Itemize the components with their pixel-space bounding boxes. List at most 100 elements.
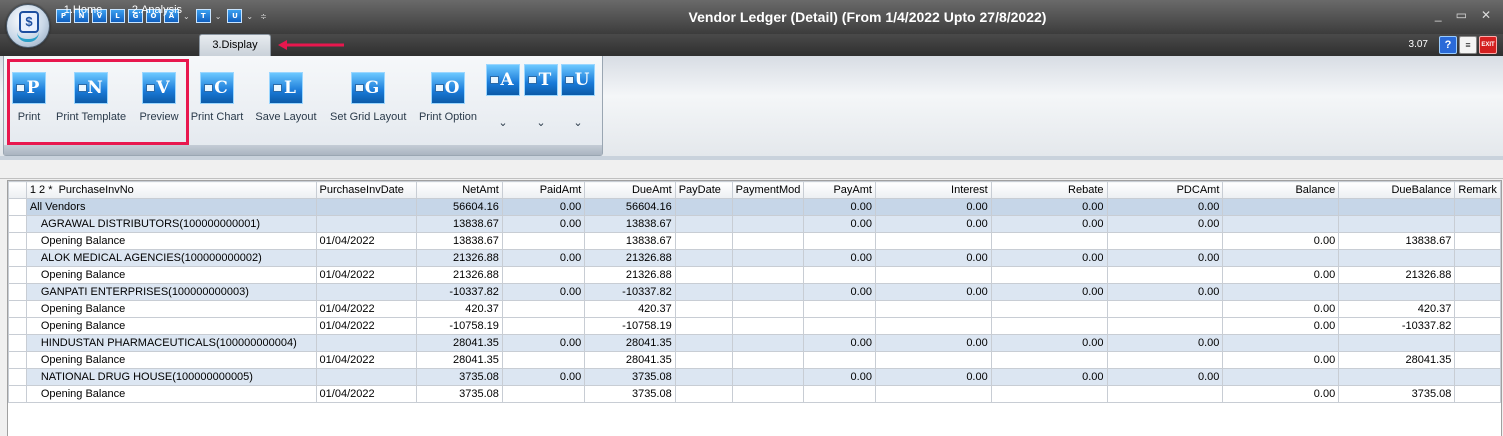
table-cell-paymentmod[interactable] (731, 232, 805, 250)
table-cell-paymentmod[interactable] (731, 351, 805, 369)
table-cell-dueamt[interactable]: 28041.35 (584, 334, 676, 352)
table-cell-paymentmod[interactable] (731, 385, 805, 403)
table-cell-purchaseinvno[interactable]: NATIONAL DRUG HOUSE(100000000005) (25, 368, 317, 386)
table-row-vendor[interactable]: NATIONAL DRUG HOUSE(100000000005) 3735.08… (8, 368, 1501, 386)
table-cell-purchaseinvdate[interactable] (315, 215, 418, 233)
column-header-netamt[interactable]: NetAmt (416, 181, 503, 199)
column-header-interest[interactable]: Interest (874, 181, 992, 199)
table-cell-paydate[interactable] (674, 385, 733, 403)
table-cell-purchaseinvno[interactable]: Opening Balance (25, 300, 317, 318)
table-cell-duebalance[interactable]: -10337.82 (1338, 317, 1456, 335)
table-cell-purchaseinvdate[interactable]: 01/04/2022 (315, 266, 418, 284)
table-cell-pdcamt[interactable] (1106, 232, 1224, 250)
table-cell-duebalance[interactable]: 28041.35 (1338, 351, 1456, 369)
row-indicator[interactable] (8, 334, 27, 352)
table-cell-purchaseinvdate[interactable] (315, 198, 418, 216)
table-cell-paidamt[interactable]: 0.00 (501, 283, 586, 301)
table-cell-duebalance[interactable]: 420.37 (1338, 300, 1456, 318)
table-cell-paydate[interactable] (674, 351, 733, 369)
table-cell-balance[interactable]: 0.00 (1222, 385, 1340, 403)
table-cell-dueamt[interactable]: -10337.82 (584, 283, 676, 301)
ledger-grid[interactable]: 1 2 * PurchaseInvNo PurchaseInvDate NetA… (7, 180, 1502, 436)
table-cell-rebate[interactable]: 0.00 (990, 215, 1108, 233)
table-cell-interest[interactable]: 0.00 (874, 334, 992, 352)
table-cell-duebalance[interactable]: 3735.08 (1338, 385, 1456, 403)
restore-icon[interactable]: ▭ (1456, 8, 1467, 22)
table-cell-purchaseinvno[interactable]: All Vendors (25, 198, 317, 216)
table-cell-purchaseinvno[interactable]: Opening Balance (25, 266, 317, 284)
table-cell-pdcamt[interactable]: 0.00 (1106, 283, 1224, 301)
table-cell-remark[interactable] (1454, 249, 1501, 267)
table-row-vendor[interactable]: HINDUSTAN PHARMACEUTICALS(100000000004) 2… (8, 334, 1501, 352)
table-cell-rebate[interactable] (990, 232, 1108, 250)
table-cell-paymentmod[interactable] (731, 215, 805, 233)
group-level-all[interactable]: * (48, 184, 52, 196)
table-cell-netamt[interactable]: 21326.88 (416, 266, 503, 284)
table-cell-paydate[interactable] (674, 300, 733, 318)
table-cell-purchaseinvno[interactable]: HINDUSTAN PHARMACEUTICALS(100000000004) (25, 334, 317, 352)
column-header-paymentmod[interactable]: PaymentMod (731, 181, 805, 199)
table-cell-paidamt[interactable] (501, 351, 586, 369)
column-header-paydate[interactable]: PayDate (674, 181, 733, 199)
table-cell-payamt[interactable] (803, 300, 876, 318)
column-header-paidamt[interactable]: PaidAmt (501, 181, 586, 199)
minimize-icon[interactable]: _ (1435, 8, 1442, 22)
table-cell-netamt[interactable]: 13838.67 (416, 232, 503, 250)
table-cell-rebate[interactable]: 0.00 (990, 249, 1108, 267)
table-cell-balance[interactable]: 0.00 (1222, 232, 1340, 250)
column-header-dueamt[interactable]: DueAmt (584, 181, 676, 199)
table-cell-purchaseinvdate[interactable]: 01/04/2022 (315, 351, 418, 369)
table-cell-purchaseinvno[interactable]: ALOK MEDICAL AGENCIES(100000000002) (25, 249, 317, 267)
table-cell-paidamt[interactable]: 0.00 (501, 368, 586, 386)
table-cell-interest[interactable] (874, 385, 992, 403)
column-header-duebalance[interactable]: DueBalance (1338, 181, 1456, 199)
table-cell-pdcamt[interactable] (1106, 266, 1224, 284)
table-cell-remark[interactable] (1454, 232, 1501, 250)
table-cell-paidamt[interactable]: 0.00 (501, 334, 586, 352)
row-indicator[interactable] (8, 198, 27, 216)
table-cell-payamt[interactable] (803, 385, 876, 403)
tab-home[interactable]: 1.Home (52, 0, 114, 22)
table-cell-duebalance[interactable] (1338, 215, 1456, 233)
table-cell-paidamt[interactable] (501, 266, 586, 284)
table-cell-pdcamt[interactable]: 0.00 (1106, 198, 1224, 216)
table-cell-purchaseinvdate[interactable] (315, 283, 418, 301)
table-cell-paymentmod[interactable] (731, 317, 805, 335)
tab-display[interactable]: 3.Display (199, 34, 271, 57)
table-cell-paidamt[interactable] (501, 317, 586, 335)
table-cell-remark[interactable] (1454, 368, 1501, 386)
table-cell-dueamt[interactable]: 21326.88 (584, 249, 676, 267)
table-cell-duebalance[interactable] (1338, 198, 1456, 216)
close-icon[interactable]: ✕ (1481, 8, 1491, 22)
table-cell-payamt[interactable] (803, 266, 876, 284)
table-row-vendor[interactable]: GANPATI ENTERPRISES(100000000003) -10337.… (8, 283, 1501, 301)
table-cell-pdcamt[interactable] (1106, 351, 1224, 369)
table-cell-balance[interactable] (1222, 198, 1340, 216)
tab-analysis[interactable]: 2.Analysis (124, 0, 190, 22)
option-a-dropdown[interactable]: A ⌄ (486, 64, 520, 129)
table-cell-pdcamt[interactable]: 0.00 (1106, 249, 1224, 267)
table-cell-duebalance[interactable] (1338, 249, 1456, 267)
table-cell-purchaseinvno[interactable]: Opening Balance (25, 317, 317, 335)
row-indicator[interactable] (8, 385, 27, 403)
table-cell-pdcamt[interactable]: 0.00 (1106, 215, 1224, 233)
table-cell-remark[interactable] (1454, 317, 1501, 335)
table-cell-remark[interactable] (1454, 198, 1501, 216)
table-cell-netamt[interactable]: -10337.82 (416, 283, 503, 301)
table-cell-netamt[interactable]: 3735.08 (416, 368, 503, 386)
table-cell-duebalance[interactable] (1338, 334, 1456, 352)
table-cell-duebalance[interactable] (1338, 283, 1456, 301)
table-cell-balance[interactable] (1222, 334, 1340, 352)
table-cell-pdcamt[interactable] (1106, 317, 1224, 335)
table-row-detail[interactable]: Opening Balance 01/04/2022 21326.88 21326.8… (8, 266, 1501, 284)
table-row-total[interactable]: All Vendors 56604.16 0.00 56604.16 0.00 0.00 0… (8, 198, 1501, 216)
table-cell-paymentmod[interactable] (731, 266, 805, 284)
table-cell-purchaseinvdate[interactable] (315, 368, 418, 386)
exit-icon[interactable]: EXIT (1479, 36, 1497, 54)
column-header-purchaseinvno[interactable]: 1 2 * PurchaseInvNo (25, 181, 317, 199)
table-cell-paidamt[interactable] (501, 385, 586, 403)
table-cell-pdcamt[interactable]: 0.00 (1106, 334, 1224, 352)
table-cell-dueamt[interactable]: 13838.67 (584, 215, 676, 233)
table-cell-balance[interactable] (1222, 249, 1340, 267)
table-cell-remark[interactable] (1454, 266, 1501, 284)
